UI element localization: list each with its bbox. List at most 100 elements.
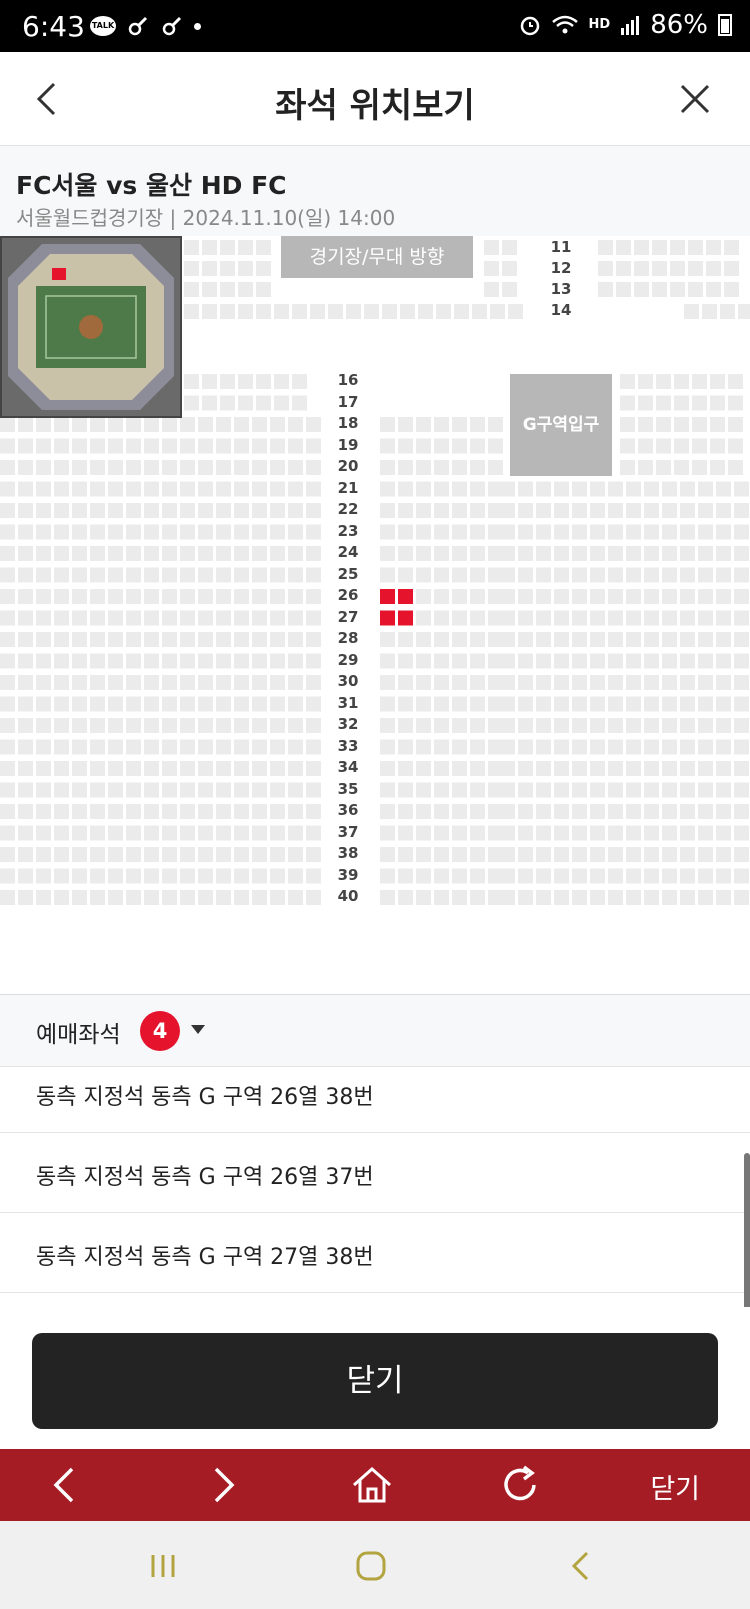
seat	[162, 782, 177, 798]
seat	[216, 739, 231, 755]
seat	[72, 481, 87, 497]
seat	[270, 653, 285, 669]
seat	[0, 847, 15, 862]
seat	[36, 675, 51, 690]
seat	[216, 417, 231, 432]
seat	[608, 567, 623, 583]
row-number-label: 27	[337, 607, 359, 626]
seat	[288, 546, 303, 561]
seat	[698, 567, 713, 583]
seat	[608, 503, 623, 518]
refresh-icon[interactable]	[496, 1461, 544, 1509]
seat	[72, 589, 87, 604]
seat	[470, 718, 485, 733]
seat	[216, 632, 231, 647]
seat	[638, 460, 653, 475]
seat	[202, 304, 217, 319]
seat	[198, 696, 213, 712]
seat	[416, 675, 431, 690]
seat	[90, 718, 105, 733]
seat	[572, 589, 587, 604]
booked-seat-list[interactable]: 동측 지정석 동측 G 구역 26열 38번 동측 지정석 동측 G 구역 26…	[0, 1067, 750, 1307]
close-button[interactable]: 닫기	[32, 1333, 718, 1429]
seat	[306, 653, 321, 669]
seat	[500, 739, 515, 755]
seat	[554, 524, 569, 540]
seat	[434, 653, 449, 669]
page-title: 좌석 위치보기	[275, 86, 475, 126]
seat	[710, 438, 725, 454]
seat	[162, 675, 177, 690]
seat	[288, 653, 303, 669]
close-icon[interactable]	[670, 74, 720, 124]
seat	[680, 847, 695, 862]
seat	[144, 524, 159, 540]
seat	[216, 653, 231, 669]
browser-close-button[interactable]: 닫기	[650, 1467, 700, 1506]
seat	[0, 761, 15, 776]
seat	[434, 589, 449, 604]
caret-down-icon[interactable]	[191, 1025, 205, 1034]
seat	[256, 261, 271, 276]
seat	[256, 304, 271, 319]
seat	[162, 460, 177, 475]
seat	[346, 304, 361, 319]
seat	[572, 503, 587, 518]
seat	[500, 696, 515, 712]
booked-seats-header[interactable]: 예매좌석 4	[0, 995, 750, 1067]
scrollbar[interactable]	[744, 1153, 750, 1307]
home-nav-icon[interactable]	[346, 1541, 396, 1591]
seat	[36, 868, 51, 884]
seat	[36, 653, 51, 669]
seat	[126, 739, 141, 755]
match-venue-datetime: 서울월드컵경기장 | 2024.11.10(일) 14:00	[16, 206, 396, 230]
seat	[734, 481, 749, 497]
seat	[54, 868, 69, 884]
seat	[198, 825, 213, 841]
seat	[536, 761, 551, 776]
seat	[452, 696, 467, 712]
home-icon[interactable]	[348, 1461, 396, 1509]
seat	[626, 503, 641, 518]
back-nav-icon[interactable]	[556, 1541, 606, 1591]
selected-seat	[380, 610, 395, 626]
seat	[680, 567, 695, 583]
seat-map[interactable]: 경기장/무대 방향 G구역입구 11 12 13 14 16 17 18 19 20 21 22 23…	[0, 236, 750, 994]
seat	[590, 675, 605, 690]
seat	[238, 304, 253, 319]
seat	[452, 524, 467, 540]
seat-item-text: 동측 지정석 동측 G 구역 27열 38번	[36, 1245, 374, 1270]
seat	[652, 261, 667, 276]
seat	[626, 825, 641, 841]
seat	[144, 825, 159, 841]
seat	[554, 804, 569, 819]
alarm-icon	[520, 16, 539, 36]
seat	[90, 481, 105, 497]
seat	[252, 761, 267, 776]
seat	[144, 804, 159, 819]
seat	[716, 481, 731, 497]
browser-back-icon[interactable]	[42, 1461, 90, 1509]
recent-apps-icon[interactable]	[138, 1541, 188, 1591]
browser-forward-icon[interactable]	[198, 1461, 246, 1509]
seat	[54, 653, 69, 669]
seat	[90, 632, 105, 647]
row-number-label: 25	[337, 564, 359, 583]
seat	[72, 460, 87, 475]
seat	[126, 610, 141, 626]
seat	[536, 718, 551, 733]
stadium-minimap[interactable]	[0, 236, 182, 418]
seat	[536, 696, 551, 712]
seat	[698, 761, 713, 776]
seat	[234, 460, 249, 475]
seat	[620, 438, 635, 454]
seat	[0, 438, 15, 454]
seat	[306, 761, 321, 776]
seat	[288, 739, 303, 755]
seat	[90, 739, 105, 755]
seat	[380, 503, 395, 518]
seat	[500, 567, 515, 583]
seat-item-text: 동측 지정석 동측 G 구역 26열 37번	[36, 1165, 374, 1190]
seat	[252, 890, 267, 905]
seat	[0, 653, 15, 669]
